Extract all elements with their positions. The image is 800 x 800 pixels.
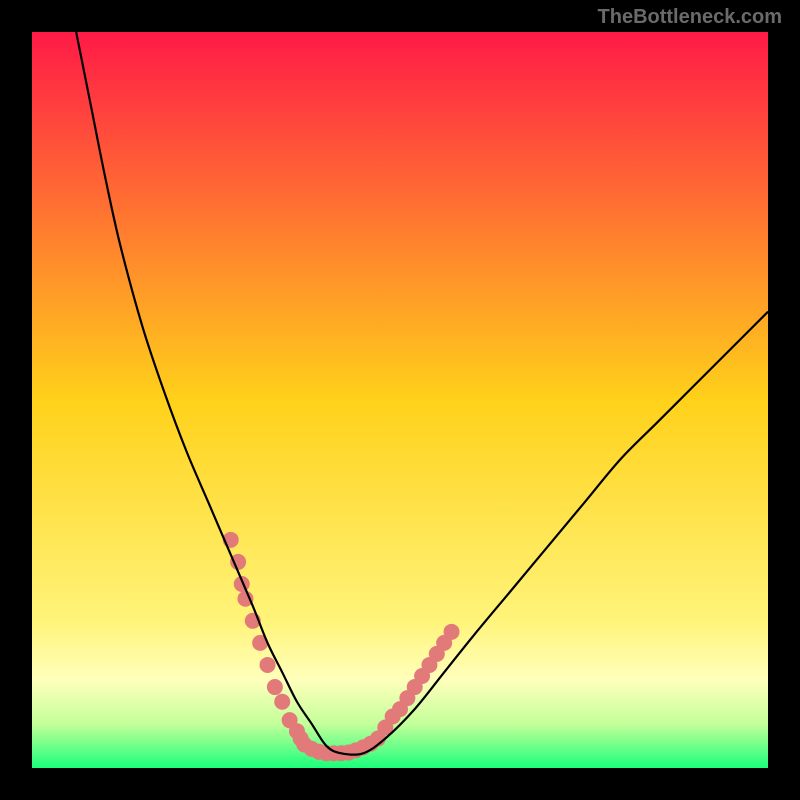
scatter-dot xyxy=(274,694,290,710)
scatter-dot xyxy=(444,624,460,640)
scatter-dot xyxy=(260,657,276,673)
scatter-dot xyxy=(267,679,283,695)
chart-plot-area xyxy=(32,32,768,768)
chart-background xyxy=(32,32,768,768)
watermark-text: TheBottleneck.com xyxy=(598,6,782,29)
chart-svg xyxy=(32,32,768,768)
